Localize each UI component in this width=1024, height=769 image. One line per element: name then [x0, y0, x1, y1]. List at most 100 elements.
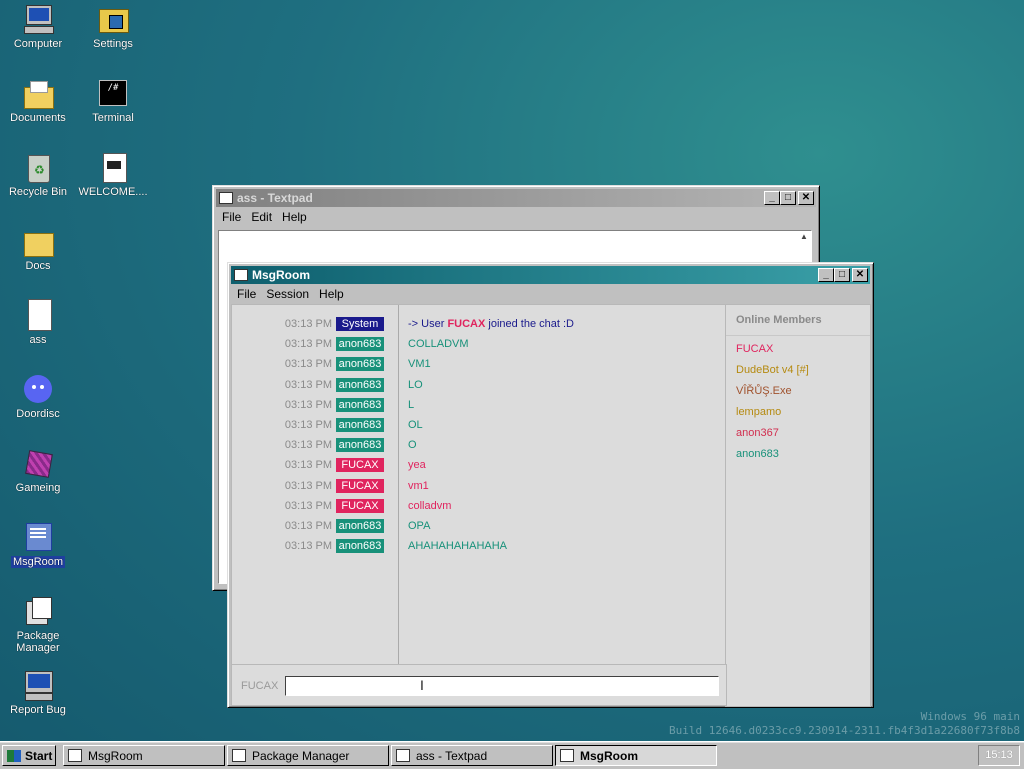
desktop-icon-doordisc[interactable]: Doordisc — [1, 373, 75, 420]
menu-help[interactable]: Help — [314, 286, 349, 302]
cube-icon — [22, 447, 54, 479]
desktop-icon-label: Computer — [13, 38, 63, 50]
desktop-icon-recycle-bin[interactable]: ♻ Recycle Bin — [1, 151, 75, 198]
taskbar: Start MsgRoom Package Manager ass - Text… — [0, 741, 1024, 769]
member-item[interactable]: DudeBot v4 [#] — [726, 360, 870, 381]
desktop-icon-settings[interactable]: Settings — [76, 3, 150, 50]
system-tray-clock[interactable]: 15:13 — [978, 745, 1020, 766]
recycle-bin-icon: ♻ — [22, 151, 54, 183]
message-input[interactable] — [285, 676, 719, 696]
menu-session[interactable]: Session — [261, 286, 314, 302]
taskbar-item-package-manager[interactable]: Package Manager — [227, 745, 389, 766]
close-button[interactable]: ✕ — [852, 268, 868, 282]
message-text-prefix: -> User — [408, 318, 448, 331]
desktop-icon-computer[interactable]: Computer — [1, 3, 75, 50]
message-text: COLLADVM — [408, 338, 469, 351]
member-item[interactable]: FUCAX — [726, 339, 870, 360]
members-header: Online Members — [726, 305, 870, 336]
taskbar-item-msgroom[interactable]: MsgRoom — [63, 745, 225, 766]
desktop-icon-label: Recycle Bin — [8, 186, 68, 198]
start-button[interactable]: Start — [2, 745, 56, 766]
desktop-icon-documents[interactable]: Documents — [1, 77, 75, 124]
desktop-icon-msgroom[interactable]: MsgRoom — [1, 521, 75, 568]
textpad-scroll-up[interactable]: ▲ — [798, 232, 810, 246]
message-username-badge[interactable]: anon683 — [336, 518, 384, 533]
desktop-icon-gameing[interactable]: Gameing — [1, 447, 75, 494]
message-username-badge[interactable]: anon683 — [336, 337, 384, 352]
desktop-icon-label: Package Manager — [16, 630, 60, 654]
message-text: OPA — [408, 519, 431, 532]
taskbar-item-msgroom-active[interactable]: MsgRoom — [555, 745, 717, 766]
message-username-badge[interactable]: anon683 — [336, 377, 384, 392]
menu-edit[interactable]: Edit — [246, 209, 277, 225]
watermark-line: Windows 96 main — [920, 710, 1020, 723]
taskbar-item-textpad[interactable]: ass - Textpad — [391, 745, 553, 766]
message-time: 03:13 PM — [284, 378, 332, 391]
document-icon — [97, 151, 129, 183]
desktop-icon-ass[interactable]: ass — [1, 299, 75, 346]
message-username-badge[interactable]: anon683 — [336, 418, 384, 433]
message-time: 03:13 PM — [284, 338, 332, 351]
message-username-badge[interactable]: FUCAX — [336, 498, 384, 513]
message-row: 03:13 PM anon683 COLLADVM — [232, 334, 726, 354]
taskbar-item-label: MsgRoom — [88, 748, 143, 763]
message-time: 03:13 PM — [284, 479, 332, 492]
message-text: colladvm — [408, 499, 452, 512]
desktop-icon-report-bug[interactable]: Report Bug — [1, 669, 75, 716]
textpad-icon — [396, 749, 410, 762]
message-time: 03:13 PM — [284, 459, 332, 472]
package-icon — [22, 595, 54, 627]
message-list[interactable]: 03:13 PM System -> User FUCAX joined the c… — [231, 304, 727, 666]
menu-file[interactable]: File — [217, 209, 246, 225]
message-row: 03:13 PM FUCAX yea — [232, 455, 726, 475]
desktop-icon-label: ass — [29, 334, 47, 346]
textpad-titlebar[interactable]: ass - Textpad _ □ ✕ — [216, 189, 816, 207]
close-button[interactable]: ✕ — [798, 191, 814, 205]
message-time: 03:13 PM — [284, 439, 332, 452]
desktop-icon-label: Gameing — [15, 482, 61, 494]
terminal-icon: /# — [97, 77, 129, 109]
textpad-menubar: File Edit Help — [213, 207, 819, 227]
desktop-icon-docs[interactable]: Docs — [1, 225, 75, 272]
desktop-icon-package-manager[interactable]: Package Manager — [1, 595, 75, 654]
message-text: OL — [408, 419, 423, 432]
input-username-label: FUCAX — [241, 680, 279, 692]
folder-icon — [22, 77, 54, 109]
input-bar: FUCAX I — [231, 664, 727, 706]
message-time: 03:13 PM — [284, 358, 332, 371]
menu-help[interactable]: Help — [277, 209, 312, 225]
msgroom-window[interactable]: MsgRoom _ □ ✕ File Session Help 03:13 PM… — [227, 262, 874, 708]
member-item[interactable]: lempamo — [726, 402, 870, 423]
msgroom-menubar: File Session Help — [228, 284, 873, 304]
member-item[interactable]: anon367 — [726, 423, 870, 444]
message-username-badge[interactable]: FUCAX — [336, 478, 384, 493]
message-username-badge[interactable]: FUCAX — [336, 458, 384, 473]
folder-icon — [22, 225, 54, 257]
message-username-badge[interactable]: System — [336, 317, 384, 332]
desktop-icon-welcome[interactable]: WELCOME.... — [76, 151, 150, 198]
message-username-badge[interactable]: anon683 — [336, 357, 384, 372]
menu-file[interactable]: File — [232, 286, 261, 302]
message-time: 03:13 PM — [284, 519, 332, 532]
msgroom-titlebar[interactable]: MsgRoom _ □ ✕ — [231, 266, 870, 284]
member-item[interactable]: anon683 — [726, 444, 870, 465]
member-item[interactable]: VÎŘŮŞ.Exe — [726, 381, 870, 402]
message-time: 03:13 PM — [284, 318, 332, 331]
maximize-button[interactable]: □ — [780, 191, 796, 205]
message-row: 03:13 PM anon683 LO — [232, 375, 726, 395]
chat-icon — [560, 749, 574, 762]
desktop-icon-label: Documents — [10, 112, 66, 124]
maximize-button[interactable]: □ — [834, 268, 850, 282]
message-text: vm1 — [408, 479, 429, 492]
window-title: MsgRoom — [252, 268, 310, 282]
desktop-icon-terminal[interactable]: /# Terminal — [76, 77, 150, 124]
minimize-button[interactable]: _ — [764, 191, 780, 205]
minimize-button[interactable]: _ — [818, 268, 834, 282]
message-username-badge[interactable]: anon683 — [336, 438, 384, 453]
computer-icon — [22, 3, 54, 35]
start-label: Start — [25, 748, 53, 763]
desktop-icon-label: Terminal — [92, 112, 134, 124]
message-username-badge[interactable]: anon683 — [336, 539, 384, 554]
message-row: 03:13 PM FUCAX vm1 — [232, 476, 726, 496]
message-username-badge[interactable]: anon683 — [336, 397, 384, 412]
